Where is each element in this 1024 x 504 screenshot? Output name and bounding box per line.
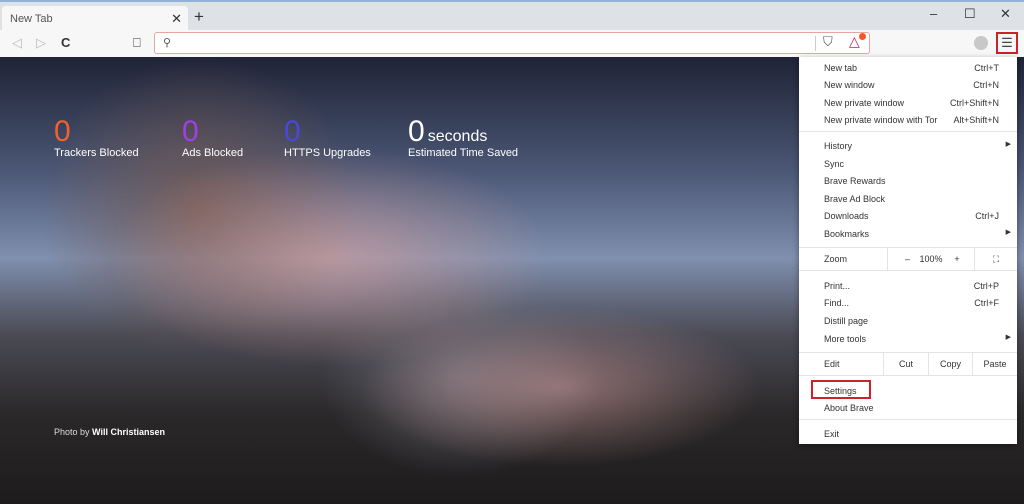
toolbar: ◁ ▷ C ⎕ ⚲ ⛉ △ ☰: [0, 30, 1024, 57]
submenu-arrow-icon: ▶: [1005, 334, 1011, 341]
menu-item-print[interactable]: Print... Ctrl+P: [799, 277, 1017, 294]
maximize-button[interactable]: ☐: [964, 6, 976, 22]
rewards-badge: [859, 33, 866, 40]
menu-item-new-private-window-tor[interactable]: New private window with Tor Alt+Shift+N: [799, 111, 1017, 128]
edit-row: Edit Cut Copy Paste: [799, 352, 1017, 376]
stat-time-saved: 0 seconds Estimated Time Saved: [408, 115, 519, 160]
submenu-arrow-icon: ▶: [1005, 141, 1011, 148]
submenu-arrow-icon: ▶: [1005, 229, 1011, 236]
menu-item-about-brave[interactable]: About Brave: [799, 399, 1017, 416]
menu-item-distill-page[interactable]: Distill page: [799, 312, 1017, 329]
brave-shields-icon[interactable]: ⛉: [823, 34, 833, 50]
menu-item-bookmarks[interactable]: Bookmarks ▶: [799, 225, 1017, 242]
menu-item-new-tab[interactable]: New tab Ctrl+T: [799, 59, 1017, 76]
copy-button[interactable]: Copy: [928, 353, 972, 375]
address-bar[interactable]: ⚲ ⛉ △: [154, 32, 870, 54]
menu-item-new-window[interactable]: New window Ctrl+N: [799, 76, 1017, 93]
tab-title: New Tab: [10, 13, 53, 25]
menu-item-find[interactable]: Find... Ctrl+F: [799, 294, 1017, 311]
minimize-button[interactable]: –: [930, 6, 937, 21]
tab-new-tab[interactable]: New Tab ✕: [2, 6, 188, 32]
settings-highlight: [811, 380, 871, 399]
profile-avatar[interactable]: [974, 36, 988, 50]
menu-button[interactable]: ☰: [996, 32, 1018, 54]
menu-item-more-tools[interactable]: More tools ▶: [799, 330, 1017, 347]
forward-icon[interactable]: ▷: [36, 35, 46, 51]
stat-ads: 0 Ads Blocked: [182, 115, 244, 160]
menu-item-new-private-window[interactable]: New private window Ctrl+Shift+N: [799, 94, 1017, 111]
fullscreen-icon[interactable]: ⛶: [974, 248, 1017, 270]
cut-button[interactable]: Cut: [883, 353, 928, 375]
stat-trackers: 0 Trackers Blocked: [54, 115, 139, 160]
new-tab-button[interactable]: +: [194, 7, 204, 27]
divider: [799, 419, 1017, 420]
reload-icon[interactable]: C: [61, 35, 70, 50]
menu-item-history[interactable]: History ▶: [799, 137, 1017, 154]
bookmark-icon[interactable]: ⎕: [133, 35, 141, 51]
photo-credit: Photo by Will Christiansen: [54, 427, 165, 437]
close-tab-icon[interactable]: ✕: [171, 11, 182, 27]
menu-item-brave-rewards[interactable]: Brave Rewards: [799, 172, 1017, 189]
stat-https: 0 HTTPS Upgrades: [284, 115, 371, 160]
menu-item-sync[interactable]: Sync: [799, 155, 1017, 172]
zoom-in-button[interactable]: +: [945, 248, 969, 270]
paste-button[interactable]: Paste: [972, 353, 1017, 375]
menu-item-brave-ad-block[interactable]: Brave Ad Block: [799, 190, 1017, 207]
divider: [799, 131, 1017, 132]
back-icon[interactable]: ◁: [12, 35, 22, 51]
photographer-link[interactable]: Will Christiansen: [92, 427, 165, 437]
menu-item-downloads[interactable]: Downloads Ctrl+J: [799, 207, 1017, 224]
title-bar: New Tab ✕ + – ☐ ✕: [0, 0, 1024, 32]
search-icon: ⚲: [163, 37, 172, 49]
menu-item-exit[interactable]: Exit: [799, 425, 1017, 442]
close-window-button[interactable]: ✕: [1000, 6, 1011, 22]
zoom-row: Zoom – 100% + ⛶: [799, 247, 1017, 271]
divider: [815, 36, 816, 51]
